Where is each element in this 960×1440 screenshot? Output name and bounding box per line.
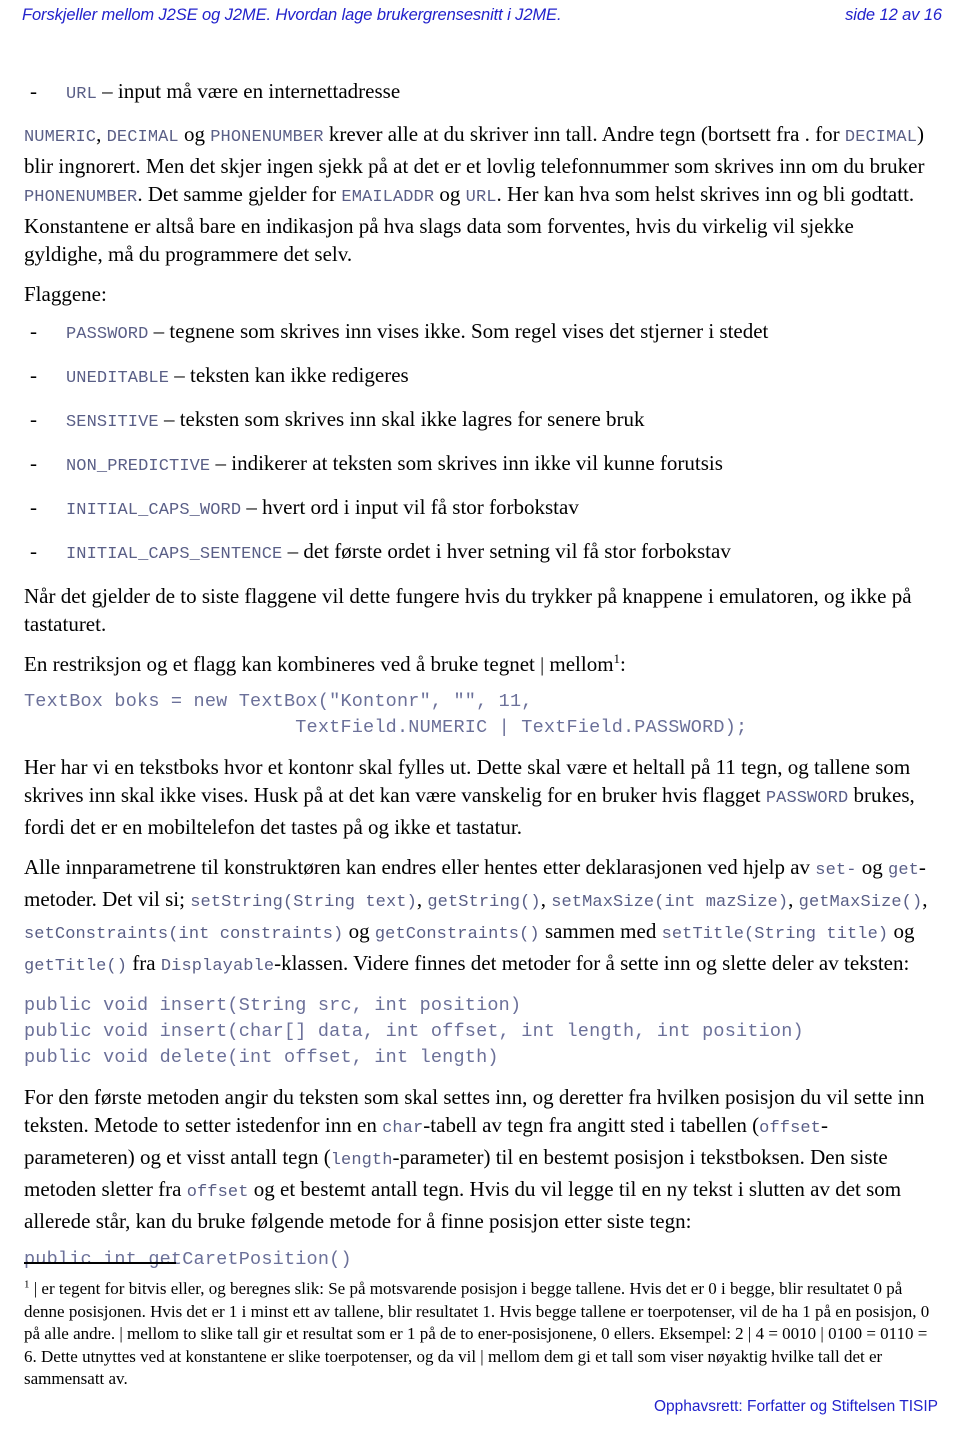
flags-heading: Flaggene: (24, 282, 107, 306)
list-item: - INITIAL_CAPS_WORD – hvert ord i input … (24, 494, 936, 524)
text-run: og (434, 182, 466, 206)
flag-desc: – tegnene som skrives inn vises ikke. So… (153, 319, 769, 343)
text-run: . Det samme gjelder for (137, 182, 342, 206)
code-token-decimal-2: DECIMAL (844, 128, 918, 147)
code-token-gettitle: getTitle() (24, 957, 128, 976)
footnote-body: | er tegent for bitvis eller, og beregne… (24, 1279, 930, 1388)
list-item-url-desc: – input må være en internettadresse (102, 79, 401, 103)
code-token-password: PASSWORD (765, 789, 849, 808)
code-token-getmaxsize: getMaxSize() (798, 893, 923, 912)
code-token-setconstraints: setConstraints(int constraints) (24, 925, 344, 944)
text-run: fra (127, 951, 161, 975)
paragraph-restriksjon: En restriksjon og et flagg kan kombinere… (24, 650, 936, 679)
text-run: : (620, 652, 626, 676)
document-page: Forskjeller mellom J2SE og J2ME. Hvordan… (0, 0, 960, 1440)
text-run: Alle innparametrene til konstruktøren ka… (24, 855, 816, 879)
list-item: - UNEDITABLE – teksten kan ikke redigere… (24, 362, 936, 392)
code-token-set: set- (815, 861, 857, 880)
list-item: - NON_PREDICTIVE – indikerer at teksten … (24, 450, 936, 480)
flag-name: INITIAL_CAPS_SENTENCE (66, 545, 283, 564)
list-item: - SENSITIVE – teksten som skrives inn sk… (24, 406, 936, 436)
copyright-notice: Opphavsrett: Forfatter og Stiftelsen TIS… (653, 1398, 938, 1415)
code-token-get: get (888, 861, 919, 880)
text-run: , (540, 887, 552, 911)
bullet-dash: - (30, 539, 37, 563)
code-token-emailaddr: EMAILADDR (341, 188, 435, 207)
text-run: -tabell av tegn fra angitt sted i tabell… (423, 1113, 760, 1137)
code-token-url: URL (66, 85, 97, 104)
code-token-getconstraints: getConstraints() (374, 925, 540, 944)
paragraph-tekstboks: Her har vi en tekstboks hvor et kontonr … (24, 753, 936, 841)
text-run: krever alle at du skriver inn tall. Andr… (323, 122, 845, 146)
list-item: - INITIAL_CAPS_SENTENCE – det første ord… (24, 538, 936, 568)
code-block-textbox: TextBox boks = new TextBox("Kontonr", ""… (24, 691, 748, 738)
text-run: og (888, 919, 915, 943)
list-item: - PASSWORD – tegnene som skrives inn vis… (24, 318, 936, 348)
document-body: - URL – input må være en internettadress… (0, 78, 960, 1285)
page-header: Forskjeller mellom J2SE og J2ME. Hvordan… (0, 0, 960, 34)
text-run: sammen med (539, 919, 662, 943)
paragraph-parametre: Alle innparametrene til konstruktøren ka… (24, 853, 936, 981)
code-token-url-2: URL (465, 188, 497, 207)
text-run: , (922, 887, 928, 911)
code-token-getstring: getString() (427, 893, 541, 912)
text-run: og (343, 919, 375, 943)
text-run: mellom (544, 652, 614, 676)
code-token-offset: offset (759, 1119, 821, 1138)
code-token-numeric: NUMERIC (24, 128, 97, 147)
text-run: og (178, 122, 211, 146)
text-run: , (96, 122, 107, 146)
text-run: En restriksjon og et flagg kan kombinere… (24, 652, 541, 676)
footnote-separator-rule (24, 1262, 176, 1264)
flag-desc: – teksten som skrives inn skal ikke lagr… (163, 407, 645, 431)
paragraph-numeric: NUMERIC, DECIMAL og PHONENUMBER krever a… (24, 120, 936, 268)
bullet-dash: - (30, 407, 37, 431)
code-token-displayable: Displayable (160, 957, 275, 976)
code-token-setstring: setString(String text) (190, 893, 417, 912)
text-run: og (856, 855, 889, 879)
flag-desc: – teksten kan ikke redigeres (174, 363, 409, 387)
code-token-phonenumber: PHONENUMBER (210, 128, 324, 147)
code-token-offset-2: offset (186, 1183, 249, 1202)
code-token-length: length (330, 1151, 393, 1170)
text-run: , (416, 887, 428, 911)
bullet-dash: - (30, 319, 37, 343)
code-token-settitle: setTitle(String title) (661, 925, 889, 944)
footnote-area: 1 | er tegent for bitvis eller, og bereg… (0, 1262, 960, 1391)
footnote-text: 1 | er tegent for bitvis eller, og bereg… (24, 1278, 936, 1391)
flag-desc: – hvert ord i input vil få stor forbokst… (246, 495, 579, 519)
code-token-char: char (382, 1119, 424, 1138)
flag-desc: – det første ordet i hver setning vil få… (287, 539, 731, 563)
flag-name: SENSITIVE (66, 413, 159, 432)
code-token-setmaxsize: setMaxSize(int mazSize) (551, 893, 789, 912)
bullet-dash: - (30, 495, 37, 519)
text-run: , (788, 887, 799, 911)
flags-list: - PASSWORD – tegnene som skrives inn vis… (24, 318, 936, 568)
text-run: -klassen. Videre finnes det metoder for … (274, 951, 910, 975)
header-page-indicator: side 12 av 16 (845, 6, 942, 24)
paragraph-metoder: For den første metoden angir du teksten … (24, 1083, 936, 1235)
flag-name: INITIAL_CAPS_WORD (66, 501, 242, 520)
flag-name: UNEDITABLE (66, 369, 170, 388)
flag-name: PASSWORD (66, 325, 149, 344)
paragraph-emulator: Når det gjelder de to siste flaggene vil… (24, 584, 912, 636)
bullet-dash: - (30, 451, 37, 475)
list-item-url: - URL – input må være en internettadress… (24, 78, 936, 108)
page-footer: Opphavsrett: Forfatter og Stiftelsen TIS… (0, 1398, 960, 1416)
code-token-decimal: DECIMAL (106, 128, 179, 147)
flag-desc: – indikerer at teksten som skrives inn i… (215, 451, 723, 475)
header-title: Forskjeller mellom J2SE og J2ME. Hvordan… (22, 6, 562, 24)
flag-name: NON_PREDICTIVE (66, 457, 211, 476)
code-block-insert-delete: public void insert(String src, int posit… (24, 995, 804, 1068)
bullet-dash: - (30, 79, 37, 103)
code-token-phonenumber-2: PHONENUMBER (24, 188, 138, 207)
bullet-dash: - (30, 363, 37, 387)
